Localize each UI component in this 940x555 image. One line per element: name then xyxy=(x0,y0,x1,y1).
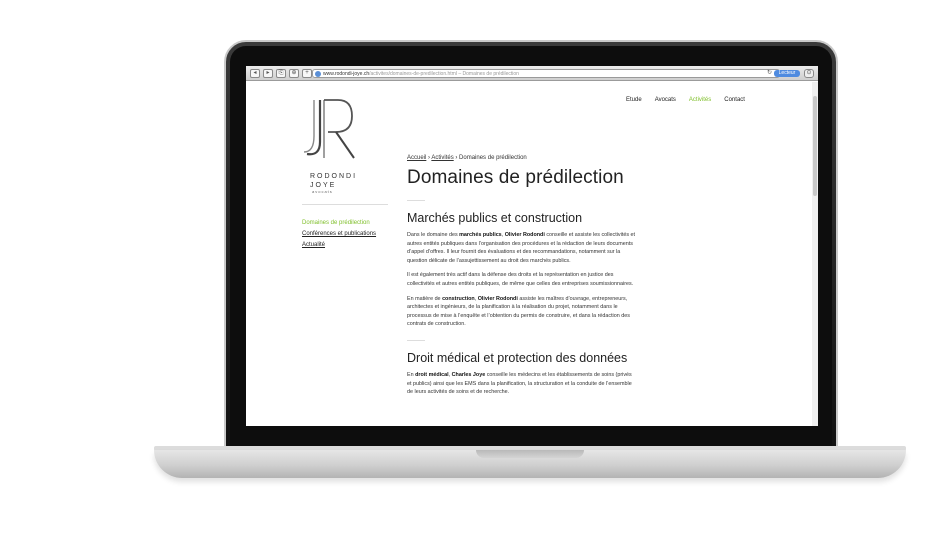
paragraph: Dans le domaine des marchés publics, Oli… xyxy=(407,232,636,264)
nav-item-etude[interactable]: Etude xyxy=(626,97,642,103)
screen: ◂ ▸ ⎘ ⊕ + www.rodondi-joye.ch/activites/… xyxy=(246,66,818,426)
section-divider xyxy=(407,200,425,201)
main-content: Accueil › Activités › Domaines de prédil… xyxy=(407,155,637,397)
url-host: www.rodondi-joye.ch xyxy=(323,71,370,77)
nav-item-activites[interactable]: Activités xyxy=(689,97,711,103)
forward-button[interactable]: ▸ xyxy=(263,68,273,78)
breadcrumb-current: Domaines de prédilection xyxy=(459,155,527,161)
page-title: Domaines de prédilection xyxy=(407,167,624,188)
breadcrumb: Accueil › Activités › Domaines de prédil… xyxy=(407,155,527,161)
paragraph: En droit médical, Charles Joye conseille… xyxy=(407,371,632,396)
reader-button[interactable]: Lecteur xyxy=(774,70,800,77)
add-tab-button[interactable]: + xyxy=(302,68,312,78)
sidebar-item-domaines[interactable]: Domaines de prédilection xyxy=(302,218,376,229)
url-path: /activites/domaines-de-predilection.html… xyxy=(369,71,519,77)
section-heading: Marchés publics et construction xyxy=(407,211,583,225)
reload-icon[interactable]: ↻ xyxy=(767,70,772,77)
sidebar-nav: Domaines de prédilection Conférences et … xyxy=(302,218,376,251)
logo-subtitle: avocats xyxy=(312,189,333,194)
sidebar-item-actualite[interactable]: Actualité xyxy=(302,240,376,251)
top-nav: Etude Avocats Activités Contact xyxy=(626,97,745,103)
paragraph: Il est également très actif dans la défe… xyxy=(407,272,634,287)
sidebar-item-conferences[interactable]: Conférences et publications xyxy=(302,229,376,240)
nav-item-avocats[interactable]: Avocats xyxy=(655,97,676,103)
section-heading: Droit médical et protection des données xyxy=(407,350,628,365)
laptop-notch xyxy=(476,450,584,458)
breadcrumb-section[interactable]: Activités xyxy=(431,155,453,161)
section-divider xyxy=(407,339,425,341)
back-button[interactable]: ◂ xyxy=(250,68,260,78)
address-bar[interactable]: www.rodondi-joye.ch/activites/domaines-d… xyxy=(312,69,780,78)
scrollbar-thumb[interactable] xyxy=(813,96,817,196)
bookmarks-button[interactable]: ⊕ xyxy=(289,68,299,78)
downloads-icon[interactable]: ⊙ xyxy=(804,69,814,78)
globe-icon xyxy=(315,71,321,77)
share-button[interactable]: ⎘ xyxy=(276,68,286,78)
nav-item-contact[interactable]: Contact xyxy=(724,97,745,103)
logo-name: RODONDI JOYE xyxy=(310,173,358,189)
logo-divider xyxy=(302,204,388,205)
paragraph: En matière de construction, Olivier Rodo… xyxy=(407,295,630,328)
breadcrumb-home[interactable]: Accueil xyxy=(407,155,426,161)
